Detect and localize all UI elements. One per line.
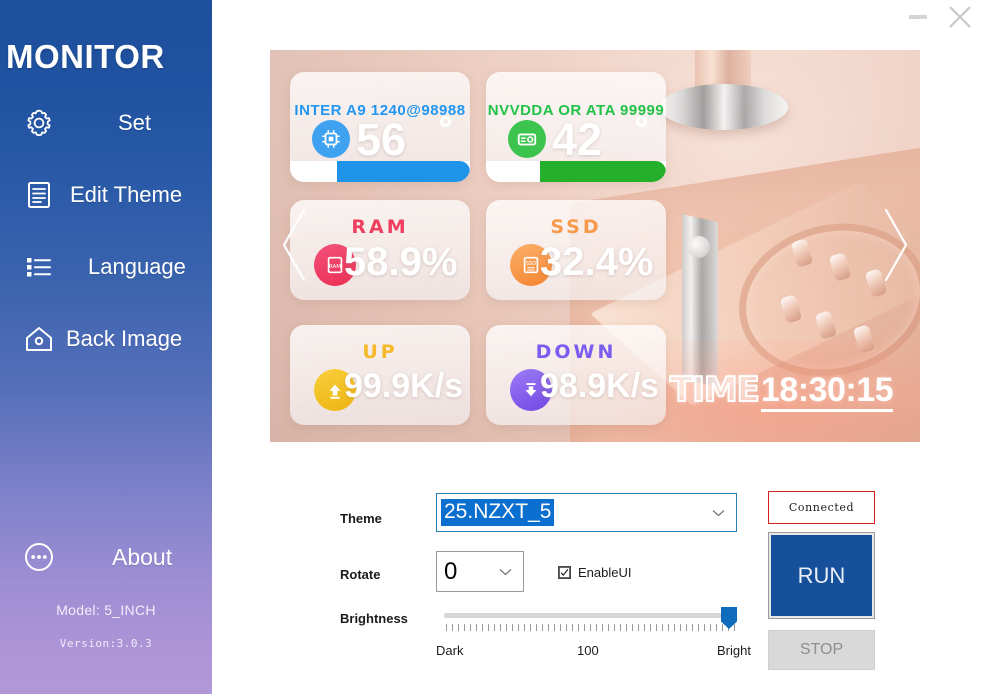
sidebar-item-about[interactable]: About: [22, 540, 172, 574]
status-badge: Connected: [768, 491, 875, 524]
home-image-icon: [26, 327, 52, 351]
down-card-title: DOWN: [535, 341, 617, 363]
sidebar-item-label-edit-theme: Edit Theme: [70, 182, 183, 207]
brightness-label: Brightness: [340, 611, 408, 626]
down-card-value: 98.9K/s: [540, 367, 660, 405]
svg-text:RAM: RAM: [329, 264, 341, 270]
chevron-down-icon: [499, 568, 512, 575]
time-label: TIME: [669, 369, 761, 411]
preview-card-gpu: NVVDDA OR ATA 99999 42: [486, 72, 666, 182]
minimize-icon: [909, 15, 927, 19]
time-value: 18:30:15: [760, 372, 894, 412]
preview-card-cpu: INTER A9 1240@98988 56: [290, 72, 470, 182]
chevron-left-icon[interactable]: [278, 206, 312, 284]
app-brand-title: MONITOR: [6, 38, 165, 75]
version-text: Version:3.0.3: [59, 637, 153, 650]
cpu-progress-fill: [336, 161, 470, 182]
rotate-selected-value: 0: [444, 557, 458, 585]
sidebar-item-label-back-image: Back Image: [66, 326, 183, 351]
preview-card-ram: RAM RAM 58.9%: [290, 200, 470, 300]
sidebar-item-back-image[interactable]: Back Image: [0, 317, 212, 361]
gpu-progress-fill: [540, 161, 666, 182]
run-button[interactable]: RUN: [768, 532, 875, 619]
close-icon: [949, 6, 971, 28]
sidebar-item-label-language: Language: [88, 254, 186, 279]
stop-button-label: STOP: [799, 641, 844, 658]
stop-button[interactable]: STOP: [768, 630, 875, 670]
brightness-slider-track: [444, 613, 737, 618]
preview-card-ssd: SSD SSD 32.4%: [486, 200, 666, 300]
up-card-title: UP: [362, 341, 398, 363]
ssd-card-title: SSD: [550, 216, 602, 238]
chevron-right-icon[interactable]: [878, 206, 912, 284]
sidebar-item-language[interactable]: Language: [0, 245, 212, 289]
list-icon: [27, 258, 51, 277]
theme-preview-panel[interactable]: INTER A9 1240@98988 56 NVVDDA OR ATA 999…: [270, 50, 920, 442]
preview-card-down: DOWN 98.9K/s: [486, 325, 666, 425]
ram-card-value: 58.9%: [344, 240, 458, 284]
rotate-select[interactable]: 0: [436, 551, 524, 592]
cpu-chip-icon: [312, 120, 350, 158]
sidebar-item-label-about: About: [112, 543, 173, 570]
cpu-card-value: 56: [356, 114, 407, 165]
minimize-button[interactable]: [897, 2, 939, 32]
status-badge-label: Connected: [788, 501, 855, 514]
brightness-slider[interactable]: [444, 605, 737, 631]
gpu-card-icon: [508, 120, 546, 158]
svg-text:SSD: SSD: [526, 261, 536, 267]
sidebar: MONITOR Set Edit Theme Language Back Ima…: [0, 0, 212, 694]
gpu-progress-track: [486, 161, 666, 182]
brightness-scale-min: Dark: [436, 643, 464, 658]
ram-card-title: RAM: [351, 216, 409, 238]
model-text: Model: 5_INCH: [56, 602, 156, 618]
ssd-card-value: 32.4%: [540, 240, 654, 284]
cpu-degree-icon: [440, 116, 451, 127]
checkbox-checked-icon: [558, 566, 571, 579]
gpu-degree-icon: [636, 116, 647, 127]
preview-card-up: UP 99.9K/s: [290, 325, 470, 425]
theme-select[interactable]: 25.NZXT_5: [436, 493, 737, 532]
cpu-progress-track: [290, 161, 470, 182]
document-icon: [28, 182, 50, 208]
gear-icon: [27, 109, 51, 137]
enable-ui-label: EnableUI: [578, 565, 632, 580]
theme-selected-value: 25.NZXT_5: [441, 499, 555, 526]
sidebar-item-set[interactable]: Set: [0, 101, 212, 145]
up-card-value: 99.9K/s: [344, 367, 464, 405]
sidebar-item-label-set: Set: [118, 110, 152, 135]
chevron-down-icon: [712, 509, 725, 516]
window-controls: [897, 2, 981, 32]
brightness-scale-value: 100: [577, 643, 599, 658]
rotate-label: Rotate: [340, 567, 381, 582]
preview-time-display: TIME 18:30:15: [669, 369, 894, 412]
close-button[interactable]: [939, 2, 981, 32]
app-window: MONITOR Set Edit Theme Language Back Ima…: [0, 0, 991, 694]
sidebar-item-edit-theme[interactable]: Edit Theme: [0, 173, 212, 217]
brightness-scale-max: Bright: [717, 643, 751, 658]
ellipsis-circle-icon: [25, 543, 53, 571]
theme-label: Theme: [340, 511, 382, 526]
gpu-card-value: 42: [552, 114, 603, 165]
brightness-slider-ticks: [446, 624, 735, 631]
enable-ui-checkbox[interactable]: EnableUI: [558, 565, 631, 580]
run-button-label: RUN: [797, 562, 846, 588]
